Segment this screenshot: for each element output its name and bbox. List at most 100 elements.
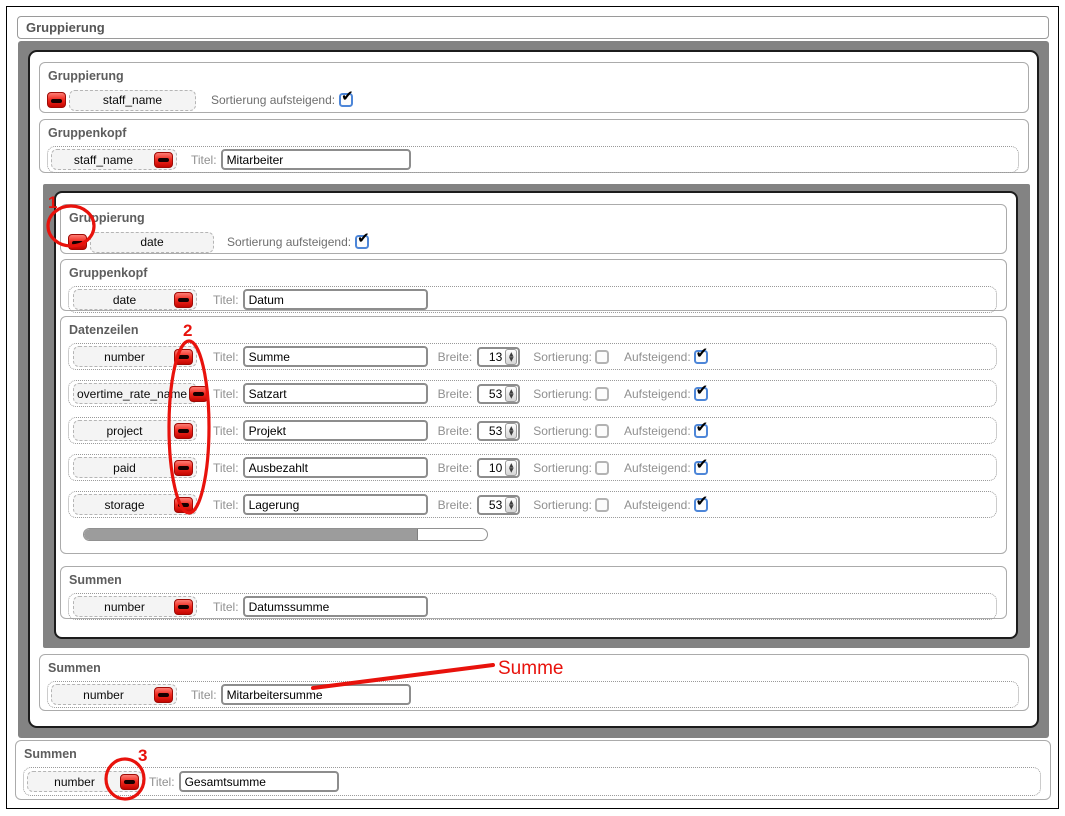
field-chip-label: number <box>77 350 172 364</box>
titel-input[interactable] <box>243 383 428 404</box>
titel-label: Titel: <box>213 461 239 475</box>
sortierung-checkbox[interactable] <box>595 461 609 475</box>
field-chip-number[interactable]: number <box>73 346 197 367</box>
field-chip-date[interactable]: date <box>90 232 214 253</box>
horizontal-scrollbar[interactable] <box>83 528 488 541</box>
breite-label: Breite: <box>438 424 473 438</box>
grouping-row: date Sortierung aufsteigend: <box>68 231 997 253</box>
group-header-row: date Titel: <box>68 286 997 313</box>
stepper-down-icon[interactable]: ▼ <box>509 394 514 399</box>
stepper-arrows-icon[interactable]: ▲▼ <box>505 423 517 439</box>
stepper-arrows-icon[interactable]: ▲▼ <box>505 497 517 513</box>
remove-field-button[interactable] <box>189 386 208 402</box>
titel-input[interactable] <box>243 494 428 515</box>
field-chip-label: date <box>77 293 172 307</box>
titel-label: Titel: <box>213 600 239 614</box>
sortierung-checkbox[interactable] <box>595 424 609 438</box>
remove-field-button[interactable] <box>120 774 139 790</box>
sortierung-aufsteigend-label: Sortierung aufsteigend: <box>211 93 335 107</box>
stepper-down-icon[interactable]: ▼ <box>509 468 514 473</box>
stepper-arrows-icon[interactable]: ▲▼ <box>505 386 517 402</box>
minus-icon <box>158 693 169 697</box>
titel-input[interactable] <box>243 420 428 441</box>
titel-input[interactable] <box>179 771 339 792</box>
aufsteigend-checkbox[interactable] <box>694 387 708 401</box>
breite-value: 13 <box>479 350 505 364</box>
fieldset-legend: Summen <box>69 573 997 587</box>
stepper-arrows-icon[interactable]: ▲▼ <box>505 349 517 365</box>
stepper-down-icon[interactable]: ▼ <box>509 505 514 510</box>
field-chip-date[interactable]: date <box>73 289 197 310</box>
field-chip-number[interactable]: number <box>27 771 143 792</box>
minus-icon <box>51 99 62 103</box>
sortierung-checkbox[interactable] <box>595 387 609 401</box>
field-chip-number[interactable]: number <box>51 684 177 705</box>
titel-label: Titel: <box>213 387 239 401</box>
titel-label: Titel: <box>149 775 175 789</box>
sortierung-checkbox[interactable] <box>595 350 609 364</box>
remove-field-button[interactable] <box>174 497 193 513</box>
field-chip-overtime-rate-name[interactable]: overtime_rate_name <box>73 383 197 404</box>
stepper-down-icon[interactable]: ▼ <box>509 431 514 436</box>
sortierung-aufsteigend-checkbox[interactable] <box>355 235 369 249</box>
field-chip-project[interactable]: project <box>73 420 197 441</box>
titel-input[interactable] <box>243 596 428 617</box>
field-chip-staff-name[interactable]: staff_name <box>51 149 177 170</box>
titel-input[interactable] <box>221 684 411 705</box>
remove-field-button[interactable] <box>174 423 193 439</box>
remove-field-button[interactable] <box>154 687 173 703</box>
stepper-down-icon[interactable]: ▼ <box>509 357 514 362</box>
data-row: storage Titel: Breite: 53 ▲▼ Sortierung: <box>68 491 997 518</box>
field-chip-label: staff_name <box>73 93 192 107</box>
aufsteigend-checkbox[interactable] <box>694 424 708 438</box>
remove-field-button[interactable] <box>174 599 193 615</box>
remove-field-button[interactable] <box>174 292 193 308</box>
titel-input[interactable] <box>221 149 411 170</box>
aufsteigend-checkbox[interactable] <box>694 350 708 364</box>
aufsteigend-label: Aufsteigend: <box>624 461 691 475</box>
titel-label: Titel: <box>191 688 217 702</box>
sortierung-label: Sortierung: <box>533 498 592 512</box>
remove-field-button[interactable] <box>154 152 173 168</box>
data-row: overtime_rate_name Titel: Breite: 53 ▲▼ … <box>68 380 997 407</box>
field-chip-label: overtime_rate_name <box>77 387 187 401</box>
breite-value: 10 <box>479 461 505 475</box>
remove-group-button[interactable] <box>68 234 87 250</box>
breite-stepper[interactable]: 53 ▲▼ <box>477 421 520 441</box>
sortierung-label: Sortierung: <box>533 424 592 438</box>
remove-field-button[interactable] <box>174 460 193 476</box>
field-chip-staff-name[interactable]: staff_name <box>69 90 196 111</box>
minus-icon <box>178 298 189 302</box>
aufsteigend-label: Aufsteigend: <box>624 350 691 364</box>
fieldset-summen-outer: Summen number Titel: <box>39 654 1029 711</box>
breite-stepper[interactable]: 13 ▲▼ <box>477 347 520 367</box>
titel-input[interactable] <box>243 289 428 310</box>
stepper-arrows-icon[interactable]: ▲▼ <box>505 460 517 476</box>
breite-stepper[interactable]: 10 ▲▼ <box>477 458 520 478</box>
titel-label: Titel: <box>213 293 239 307</box>
breite-stepper[interactable]: 53 ▲▼ <box>477 384 520 404</box>
breite-stepper[interactable]: 53 ▲▼ <box>477 495 520 515</box>
fieldset-legend: Datenzeilen <box>69 323 997 337</box>
fieldset-legend: Summen <box>48 661 1019 675</box>
aufsteigend-checkbox[interactable] <box>694 461 708 475</box>
minus-icon <box>178 355 189 359</box>
aufsteigend-checkbox[interactable] <box>694 498 708 512</box>
field-chip-label: number <box>31 775 118 789</box>
fieldset-summen-global: Summen number Titel: <box>15 740 1051 800</box>
field-chip-label: number <box>55 688 152 702</box>
remove-field-button[interactable] <box>174 349 193 365</box>
field-chip-number[interactable]: number <box>73 596 197 617</box>
outer-group-content: Gruppierung staff_name Sortierung aufste… <box>28 50 1039 728</box>
titel-input[interactable] <box>243 457 428 478</box>
titel-input[interactable] <box>243 346 428 367</box>
fieldset-gruppenkopf-nested: Gruppenkopf date Titel: <box>60 259 1007 311</box>
minus-icon <box>178 503 189 507</box>
field-chip-storage[interactable]: storage <box>73 494 197 515</box>
sortierung-checkbox[interactable] <box>595 498 609 512</box>
scrollbar-thumb[interactable] <box>84 529 418 540</box>
remove-group-button[interactable] <box>47 92 66 108</box>
outer-group-panel: Gruppierung staff_name Sortierung aufste… <box>18 41 1049 738</box>
sortierung-aufsteigend-checkbox[interactable] <box>339 93 353 107</box>
field-chip-paid[interactable]: paid <box>73 457 197 478</box>
